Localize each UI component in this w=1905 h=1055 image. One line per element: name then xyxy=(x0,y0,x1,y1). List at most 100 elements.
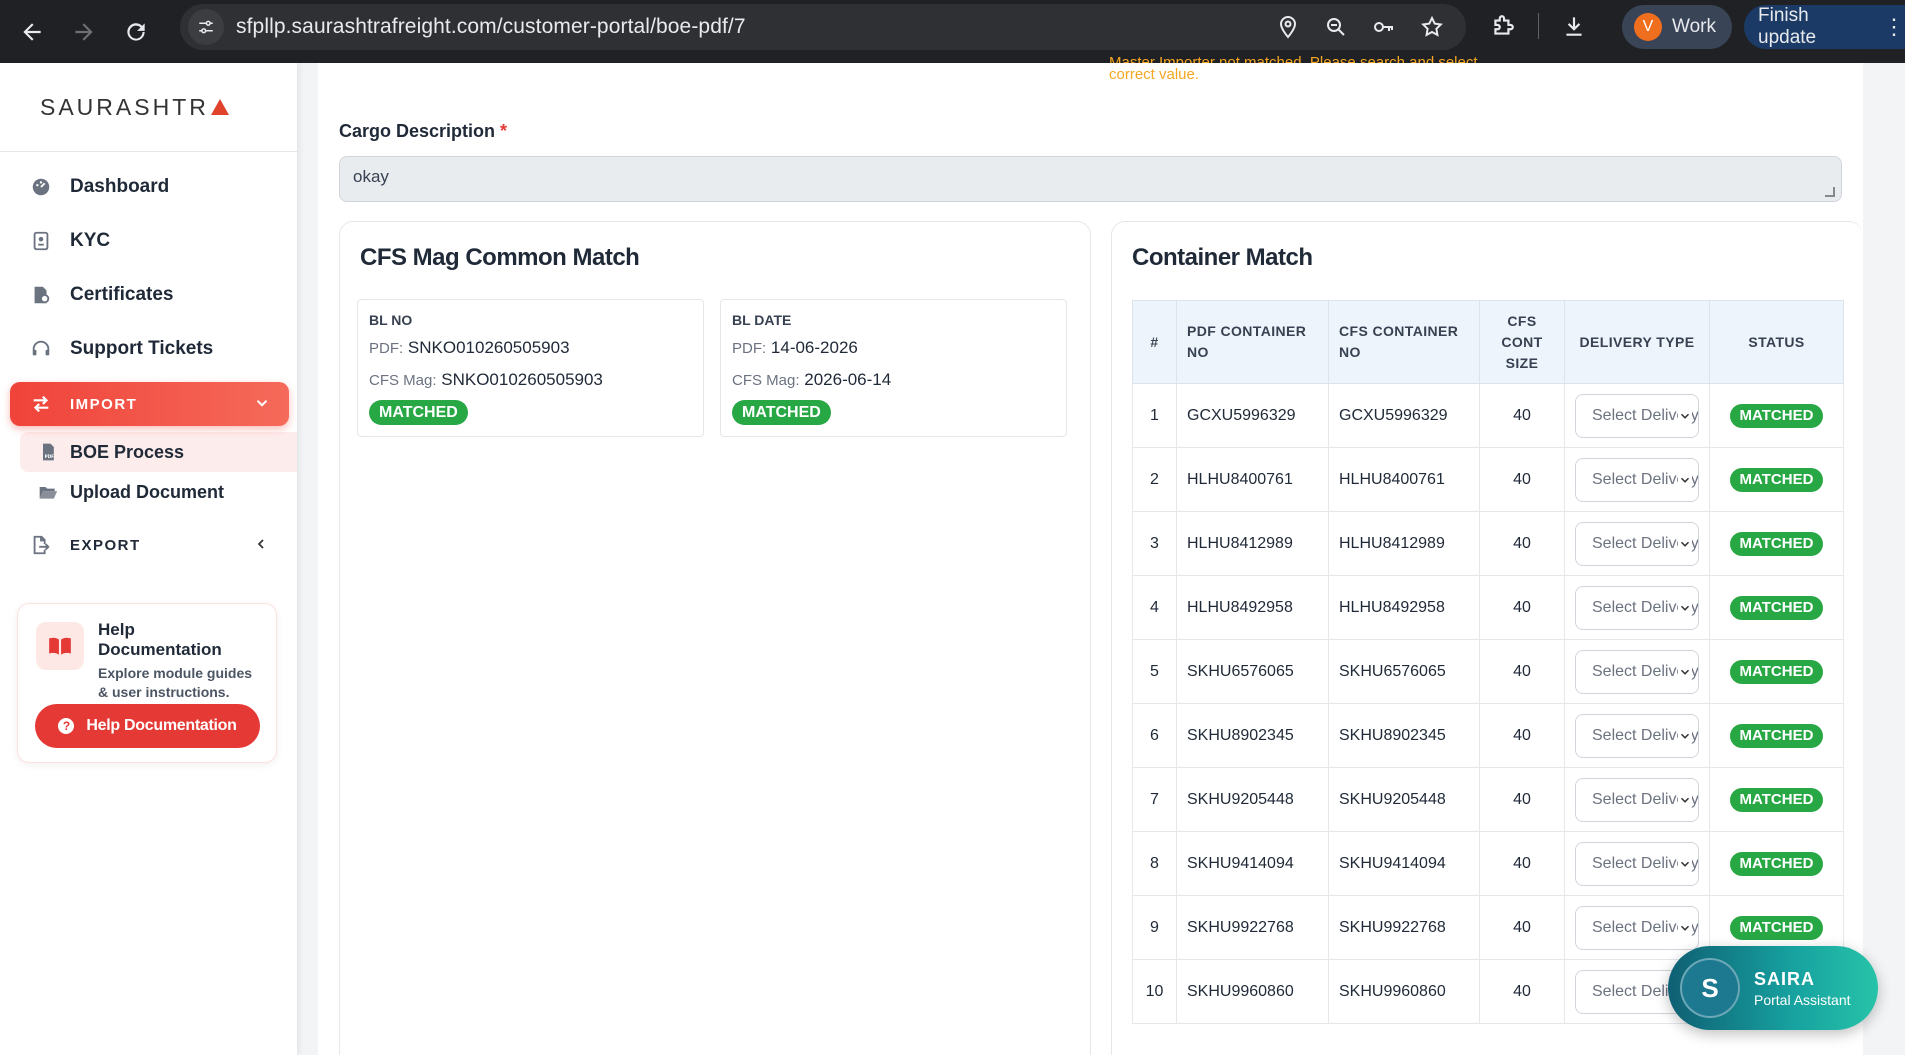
profile-label: Work xyxy=(1672,16,1716,37)
bl-date-label: BL DATE xyxy=(732,312,792,328)
back-button[interactable] xyxy=(12,12,52,52)
delivery-type-cell: Select Delivery Type xyxy=(1564,447,1710,512)
star-icon[interactable] xyxy=(1420,15,1444,39)
col-cfs-container-no: CFS CONTAINER NO xyxy=(1328,300,1480,384)
location-icon[interactable] xyxy=(1276,15,1300,39)
page-scrollbar[interactable] xyxy=(1877,63,1905,1055)
finish-update-button[interactable]: Finish update ⋮ xyxy=(1744,5,1905,49)
download-icon[interactable] xyxy=(1561,13,1587,39)
cfs-cont-size: 40 xyxy=(1479,575,1565,640)
delivery-type-select[interactable]: Select Delivery Type xyxy=(1575,457,1699,502)
bl-date-cfs-row: CFS Mag: 2026-06-14 xyxy=(732,370,891,390)
delivery-type-select[interactable]: Select Delivery Type xyxy=(1575,905,1699,950)
sidebar-item-support-tickets[interactable]: Support Tickets xyxy=(0,322,297,376)
cargo-description-value: okay xyxy=(353,167,389,186)
sidebar-item-label: Dashboard xyxy=(70,176,170,197)
status-cell: MATCHED xyxy=(1709,703,1844,768)
cfs-cont-size: 40 xyxy=(1479,895,1565,960)
status-badge: MATCHED xyxy=(1729,787,1824,812)
more-menu-icon[interactable]: ⋮ xyxy=(1883,14,1905,40)
key-icon[interactable] xyxy=(1372,15,1396,39)
url-text[interactable]: sfpllp.saurashtrafreight.com/customer-po… xyxy=(236,15,746,39)
delivery-type-select[interactable]: Select Delivery Type xyxy=(1575,585,1699,630)
status-cell: MATCHED xyxy=(1709,831,1844,896)
sidebar-item-label: Upload Document xyxy=(70,481,225,502)
pdf-container-no: SKHU9414094 xyxy=(1176,831,1329,896)
pdf-container-no: HLHU8492958 xyxy=(1176,575,1329,640)
table-row: 8 SKHU9414094 SKHU9414094 40 Select Delivery… xyxy=(1132,831,1844,896)
chevron-down-icon xyxy=(1678,600,1692,615)
cfs-cont-size: 40 xyxy=(1479,383,1565,448)
table-header-row: # PDF CONTAINER NO CFS CONTAINER NO CFS … xyxy=(1132,300,1844,384)
table-row: 7 SKHU9205448 SKHU9205448 40 Select Delivery… xyxy=(1132,767,1844,832)
arrow-left-icon xyxy=(23,22,41,41)
assistant-name: SAIRA xyxy=(1754,968,1816,989)
sidebar-item-boe-process[interactable]: PDF BOE Process xyxy=(20,432,297,472)
sidebar-item-certificates[interactable]: Certificates xyxy=(0,268,297,322)
finish-update-label: Finish update xyxy=(1758,5,1817,48)
table-row: 4 HLHU8492958 HLHU8492958 40 Select Delivery… xyxy=(1132,575,1844,640)
cfs-cont-size: 40 xyxy=(1479,447,1565,512)
pdf-key: PDF: xyxy=(369,340,404,357)
help-title: Help Documentation xyxy=(98,620,222,659)
status-badge: MATCHED xyxy=(732,400,831,425)
container-table: # PDF CONTAINER NO CFS CONTAINER NO CFS … xyxy=(1132,300,1844,1024)
delivery-type-select[interactable]: Select Delivery Type xyxy=(1575,777,1699,822)
logo[interactable]: SAURASHTR xyxy=(0,63,297,152)
sidebar-item-kyc[interactable]: KYC xyxy=(0,214,297,268)
portal-assistant-button[interactable]: S SAIRA Portal Assistant xyxy=(1668,946,1878,1030)
required-mark: * xyxy=(500,121,508,141)
delivery-type-select[interactable]: Select Delivery Type xyxy=(1575,713,1699,758)
delivery-type-select[interactable]: Select Delivery Type xyxy=(1575,393,1699,438)
bl-date-pdf-row: PDF: 14-06-2026 xyxy=(732,338,858,358)
col-status: STATUS xyxy=(1709,300,1844,384)
status-cell: MATCHED xyxy=(1709,639,1844,704)
reload-icon xyxy=(127,22,145,41)
pdf-container-no: SKHU9922768 xyxy=(1176,895,1329,960)
sidebar-item-dashboard[interactable]: Dashboard xyxy=(0,160,297,214)
forward-button[interactable] xyxy=(64,12,104,52)
zoom-icon[interactable] xyxy=(1324,15,1348,39)
chevron-down-icon xyxy=(1678,472,1692,487)
cfs-container-no: SKHU9922768 xyxy=(1328,895,1480,960)
folder-open-icon xyxy=(39,487,58,499)
site-settings-icon[interactable] xyxy=(188,9,224,45)
delivery-type-cell: Select Delivery Type xyxy=(1564,831,1710,896)
pdf-container-no: HLHU8400761 xyxy=(1176,447,1329,512)
sidebar-group-import[interactable]: IMPORT xyxy=(10,382,289,426)
delivery-type-select[interactable]: Select Delivery Type xyxy=(1575,841,1699,886)
cargo-description-input[interactable]: okay xyxy=(339,156,1842,202)
address-bar[interactable]: sfpllp.saurashtrafreight.com/customer-po… xyxy=(180,4,1466,50)
pdf-container-no: SKHU6576065 xyxy=(1176,639,1329,704)
extensions-icon[interactable] xyxy=(1490,13,1516,39)
delivery-type-select[interactable]: Select Delivery Type xyxy=(1575,521,1699,566)
cargo-description-label: Cargo Description * xyxy=(339,121,507,142)
row-index: 10 xyxy=(1132,959,1177,1024)
container-match-title: Container Match xyxy=(1132,244,1313,271)
cfs-cont-size: 40 xyxy=(1479,703,1565,768)
resize-handle-icon[interactable] xyxy=(1825,187,1835,197)
help-card: Help Documentation Explore module guides… xyxy=(17,603,277,763)
pdf-value: SNKO010260505903 xyxy=(407,338,570,357)
delivery-type-cell: Select Delivery Type xyxy=(1564,383,1710,448)
row-index: 3 xyxy=(1132,511,1177,576)
delivery-type-cell: Select Delivery Type xyxy=(1564,575,1710,640)
arrow-right-icon xyxy=(75,22,93,41)
reload-button[interactable] xyxy=(116,12,156,52)
dashboard-icon xyxy=(30,176,52,198)
pdf-container-no: GCXU5996329 xyxy=(1176,383,1329,448)
cfs-match-title: CFS Mag Common Match xyxy=(360,244,640,271)
profile-button[interactable]: V Work xyxy=(1622,5,1732,49)
sidebar-group-export[interactable]: EXPORT xyxy=(0,518,297,572)
file-export-icon xyxy=(30,534,52,556)
sidebar-item-upload-document[interactable]: Upload Document xyxy=(0,472,297,512)
book-icon xyxy=(36,622,84,670)
help-documentation-button[interactable]: ? Help Documentation xyxy=(35,704,260,748)
status-badge: MATCHED xyxy=(1729,403,1824,428)
cfs-container-no: HLHU8400761 xyxy=(1328,447,1480,512)
status-cell: MATCHED xyxy=(1709,447,1844,512)
delivery-type-select[interactable]: Select Delivery Type xyxy=(1575,649,1699,694)
certificate-icon xyxy=(30,284,52,306)
help-button-label: Help Documentation xyxy=(86,717,237,734)
row-index: 5 xyxy=(1132,639,1177,704)
